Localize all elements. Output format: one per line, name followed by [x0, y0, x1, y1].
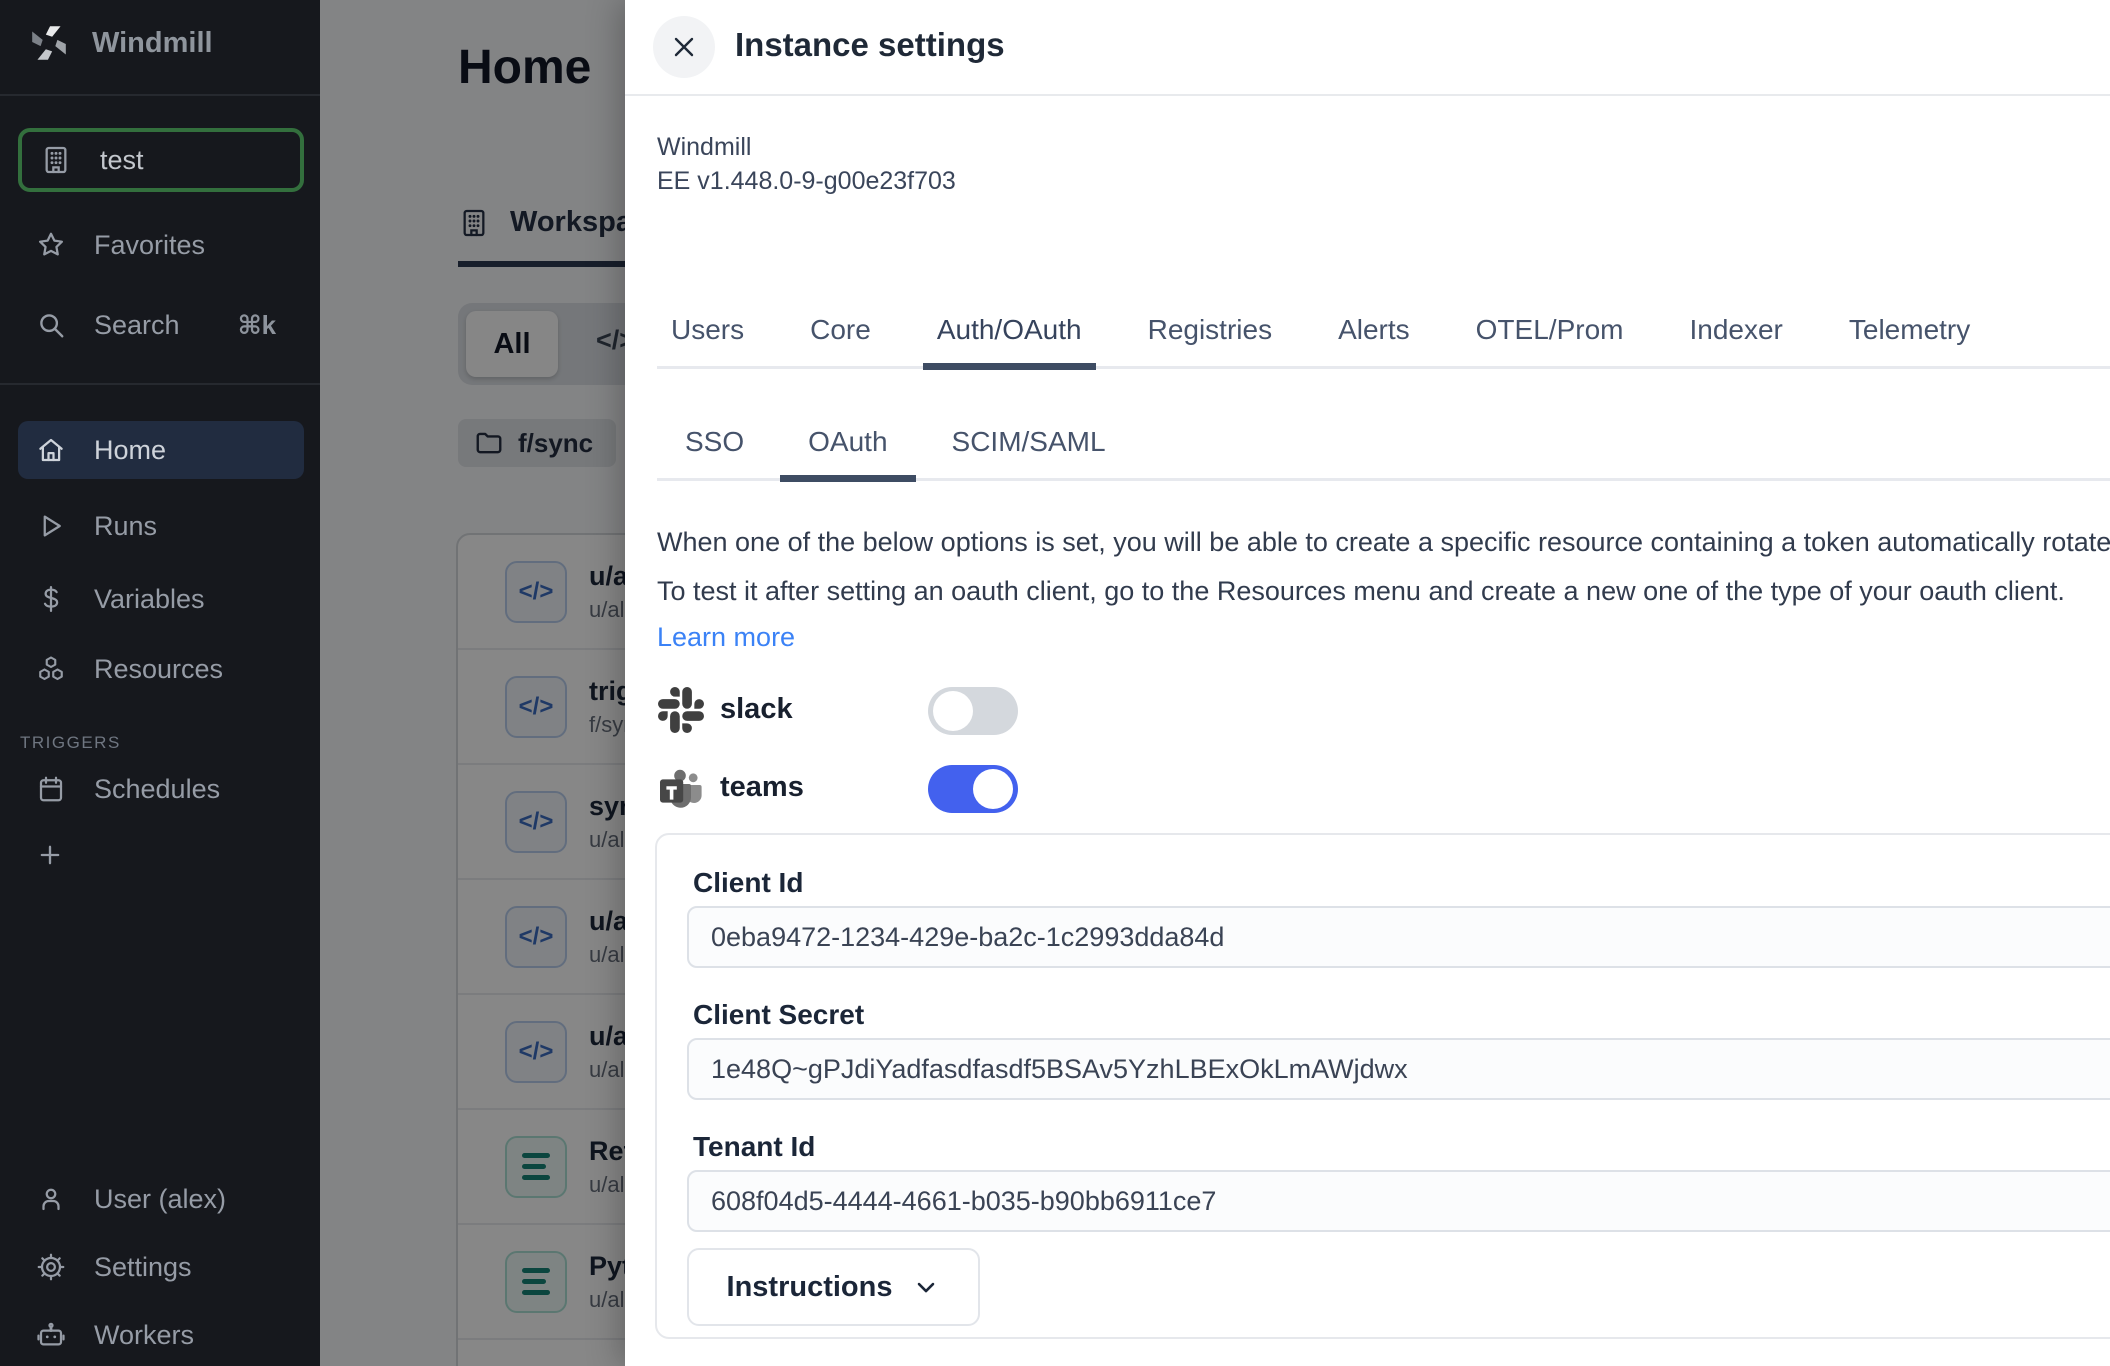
- client-id-label: Client Id: [693, 867, 803, 899]
- sidebar-item-runs[interactable]: Runs: [18, 497, 304, 555]
- client-id-input[interactable]: [687, 906, 2110, 968]
- slack-label: slack: [720, 693, 793, 726]
- variables-label: Variables: [94, 584, 205, 615]
- home-icon: [36, 435, 66, 465]
- tab-core[interactable]: Core: [796, 300, 885, 366]
- tenant-id-input[interactable]: [687, 1170, 2110, 1232]
- sidebar-item-schedules[interactable]: Schedules: [18, 760, 304, 818]
- workers-label: Workers: [94, 1320, 194, 1351]
- description-line-1: When one of the below options is set, yo…: [657, 518, 2110, 567]
- home-label: Home: [94, 435, 166, 466]
- version-info: Windmill EE v1.448.0-9-g00e23f703: [657, 130, 956, 198]
- favorites-label: Favorites: [94, 230, 205, 261]
- instance-settings-drawer: Instance settings Windmill EE v1.448.0-9…: [625, 0, 2110, 1366]
- sidebar-item-resources[interactable]: Resources: [18, 640, 304, 698]
- slack-toggle[interactable]: [928, 687, 1018, 735]
- robot-icon: [36, 1320, 66, 1350]
- teams-oauth-row: teams: [625, 763, 1425, 819]
- tab-alerts[interactable]: Alerts: [1324, 300, 1424, 366]
- triggers-section-label: TRIGGERS: [20, 733, 121, 753]
- subtab-sso[interactable]: SSO: [657, 412, 772, 478]
- sidebar-item-settings[interactable]: Settings: [18, 1238, 304, 1296]
- tenant-id-label: Tenant Id: [693, 1131, 815, 1163]
- sidebar: Windmill test Favorites Search ⌘k: [0, 0, 320, 1366]
- calendar-icon: [36, 774, 66, 804]
- resources-label: Resources: [94, 654, 223, 685]
- sidebar-item-user[interactable]: User (alex): [18, 1170, 304, 1228]
- tab-telemetry[interactable]: Telemetry: [1835, 300, 1984, 366]
- toggle-knob: [933, 691, 973, 731]
- gear-icon: [36, 1252, 66, 1282]
- brand[interactable]: Windmill: [28, 22, 213, 64]
- app-window: Windmill test Favorites Search ⌘k: [0, 0, 2110, 1366]
- user-icon: [36, 1184, 66, 1214]
- teams-toggle[interactable]: [928, 765, 1018, 813]
- toggle-knob: [973, 769, 1013, 809]
- slack-icon: [658, 687, 704, 733]
- chevron-down-icon: [912, 1273, 940, 1301]
- drawer-header-divider: [625, 94, 2110, 96]
- learn-more-link[interactable]: Learn more: [657, 622, 795, 653]
- plus-icon: [36, 841, 64, 869]
- runs-label: Runs: [94, 511, 157, 542]
- app-name: Windmill: [657, 130, 956, 164]
- settings-label: Settings: [94, 1252, 192, 1283]
- user-label: User (alex): [94, 1184, 226, 1215]
- tab-auth-oauth[interactable]: Auth/OAuth: [923, 300, 1096, 366]
- teams-label: teams: [720, 771, 804, 804]
- windmill-logo-icon: [28, 22, 70, 64]
- brand-label: Windmill: [92, 27, 213, 60]
- subtab-oauth[interactable]: OAuth: [780, 412, 915, 478]
- subtab-scim-saml[interactable]: SCIM/SAML: [924, 412, 1134, 478]
- instructions-label: Instructions: [727, 1271, 893, 1304]
- sidebar-item-search[interactable]: Search ⌘k: [18, 296, 304, 354]
- sidebar-item-workers[interactable]: Workers: [18, 1306, 304, 1364]
- auth-subtabs: SSO OAuth SCIM/SAML: [657, 412, 2110, 481]
- building-icon: [40, 144, 72, 176]
- instructions-button[interactable]: Instructions: [687, 1248, 980, 1326]
- sidebar-item-variables[interactable]: Variables: [18, 570, 304, 628]
- tab-users[interactable]: Users: [657, 300, 758, 366]
- search-label: Search: [94, 310, 180, 341]
- version-string: EE v1.448.0-9-g00e23f703: [657, 164, 956, 198]
- sidebar-add-button[interactable]: [18, 826, 304, 884]
- search-icon: [36, 310, 66, 340]
- settings-tabs: Users Core Auth/OAuth Registries Alerts …: [657, 300, 2110, 369]
- boxes-icon: [36, 654, 66, 684]
- search-shortcut: ⌘k: [238, 310, 277, 341]
- teams-oauth-form: Client Id Client Secret Tenant Id Instru…: [655, 833, 2110, 1339]
- teams-icon: [658, 765, 706, 813]
- tab-indexer[interactable]: Indexer: [1675, 300, 1796, 366]
- workspace-label: test: [100, 145, 144, 176]
- dollar-icon: [36, 584, 66, 614]
- workspace-selector[interactable]: test: [18, 128, 304, 192]
- schedules-label: Schedules: [94, 774, 220, 805]
- slack-oauth-row: slack: [625, 685, 1425, 741]
- client-secret-label: Client Secret: [693, 999, 864, 1031]
- client-secret-input[interactable]: [687, 1038, 2110, 1100]
- drawer-title: Instance settings: [735, 26, 1005, 64]
- tab-registries[interactable]: Registries: [1134, 300, 1286, 366]
- close-icon: [668, 31, 700, 63]
- sidebar-item-home[interactable]: Home: [18, 421, 304, 479]
- close-button[interactable]: [653, 16, 715, 78]
- sidebar-divider-mid: [0, 383, 320, 385]
- sidebar-item-favorites[interactable]: Favorites: [18, 216, 304, 274]
- oauth-description: When one of the below options is set, yo…: [657, 518, 2110, 616]
- description-line-2: To test it after setting an oauth client…: [657, 567, 2110, 616]
- play-icon: [36, 511, 66, 541]
- sidebar-divider-top: [0, 94, 320, 96]
- star-icon: [36, 230, 66, 260]
- tab-otel-prom[interactable]: OTEL/Prom: [1462, 300, 1638, 366]
